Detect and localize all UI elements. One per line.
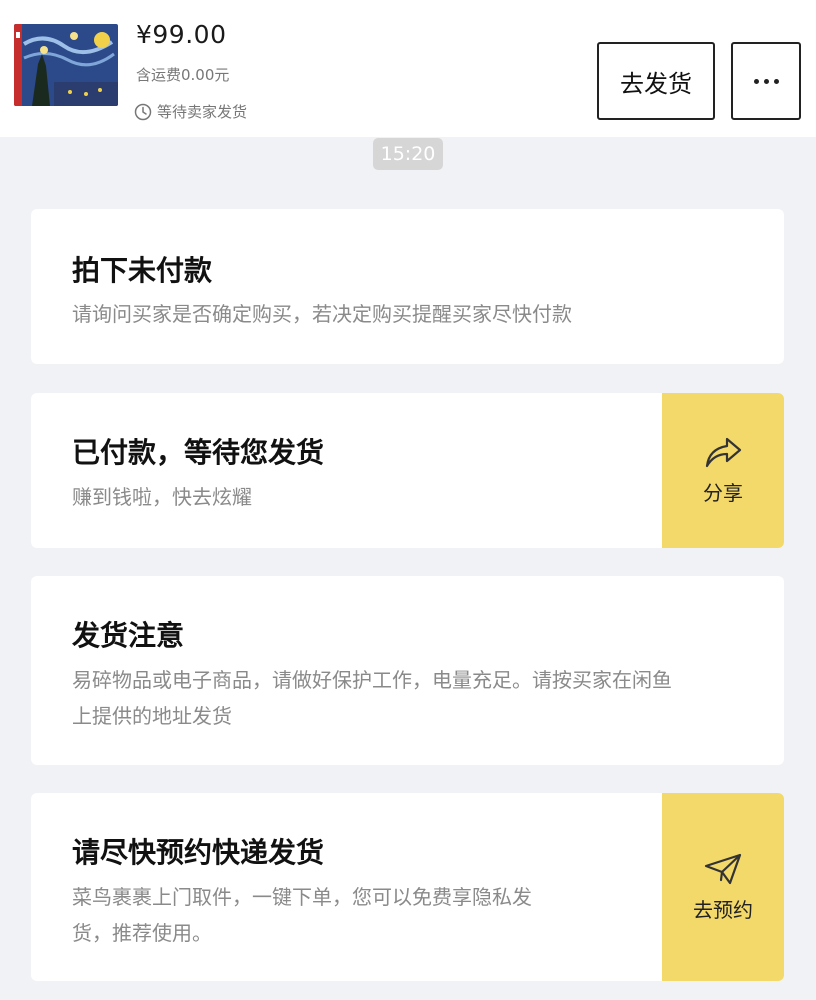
order-status: 等待卖家发货	[134, 101, 247, 122]
card-title: 发货注意	[72, 619, 185, 652]
card-title: 已付款，等待您发货	[72, 436, 325, 469]
card-shipping-notice: 发货注意 易碎物品或电子商品，请做好保护工作，电量充足。请按买家在闲鱼 上提供的…	[31, 576, 784, 765]
order-status-text: 等待卖家发货	[157, 103, 248, 121]
card-title: 拍下未付款	[72, 254, 213, 287]
chat-timestamp: 15:20	[373, 138, 443, 170]
share-button[interactable]: 分享	[662, 393, 784, 548]
more-dots-icon	[753, 78, 779, 84]
card-description-line2: 货，推荐使用。	[72, 921, 212, 945]
share-label: 分享	[703, 481, 743, 505]
order-summary-bar: ¥99.00 含运费0.00元 等待卖家发货 去发货	[0, 0, 816, 137]
book-courier-label: 去预约	[693, 897, 753, 922]
card-unpaid: 拍下未付款 请询问买家是否确定购买，若决定购买提醒买家尽快付款	[31, 209, 784, 364]
card-paid-awaiting-shipment: 已付款，等待您发货 赚到钱啦，快去炫耀 分享	[31, 393, 784, 548]
card-book-courier: 请尽快预约快递发货 菜鸟裹裹上门取件，一键下单，您可以免费享隐私发 货，推荐使用…	[31, 793, 784, 981]
ship-button[interactable]: 去发货	[597, 42, 715, 120]
card-description: 赚到钱啦，快去炫耀	[72, 485, 252, 509]
book-courier-button[interactable]: 去预约	[662, 793, 784, 981]
card-title: 请尽快预约快递发货	[72, 836, 325, 869]
more-button[interactable]	[731, 42, 801, 120]
paper-plane-icon	[704, 853, 742, 884]
card-description: 请询问买家是否确定购买，若决定购买提醒买家尽快付款	[72, 302, 572, 326]
clock-icon	[134, 103, 152, 120]
card-description-line2: 上提供的地址发货	[72, 704, 232, 728]
product-thumbnail[interactable]	[14, 24, 118, 106]
card-description-line1: 菜鸟裹裹上门取件，一键下单，您可以免费享隐私发	[72, 885, 532, 909]
shipping-fee: 含运费0.00元	[136, 66, 230, 84]
starry-night-puzzle-image	[14, 24, 118, 106]
card-description-line1: 易碎物品或电子商品，请做好保护工作，电量充足。请按买家在闲鱼	[72, 668, 672, 692]
share-arrow-icon	[705, 437, 742, 468]
order-price: ¥99.00	[136, 20, 227, 49]
